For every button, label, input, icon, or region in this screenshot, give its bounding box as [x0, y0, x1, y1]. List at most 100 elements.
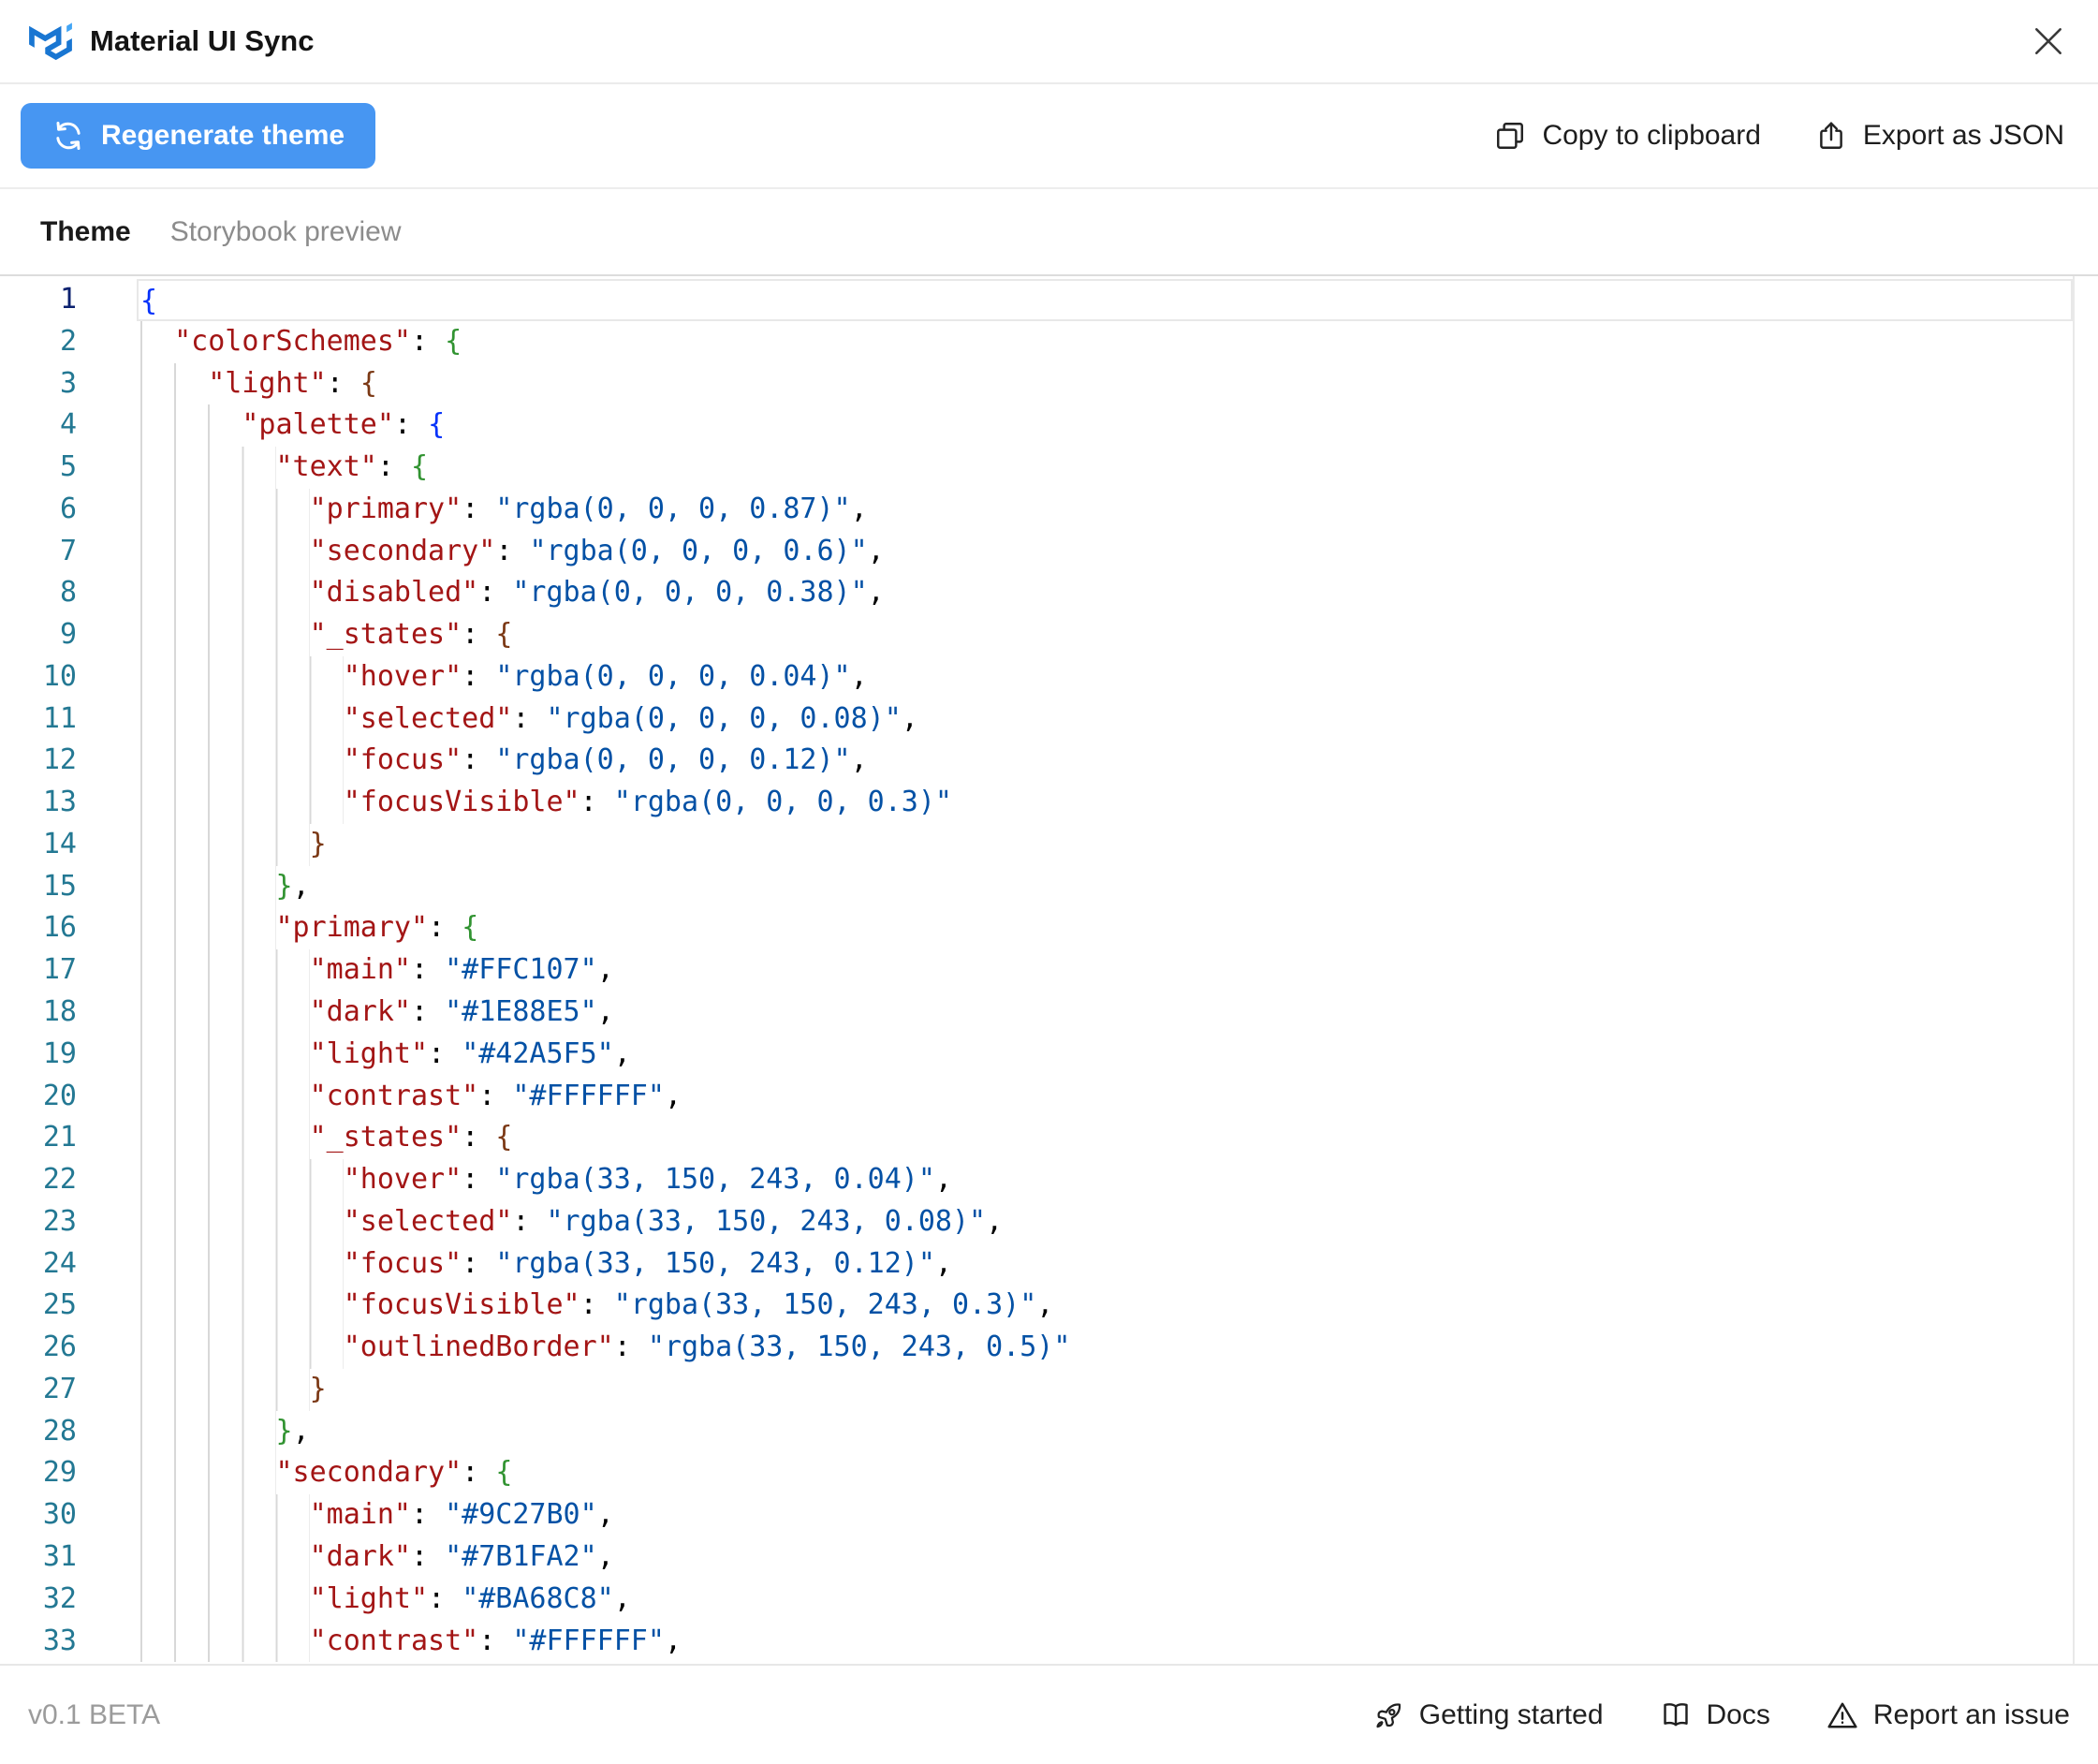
indent-guides [140, 1034, 310, 1076]
docs-link[interactable]: Docs [1660, 1699, 1770, 1731]
code-line[interactable]: 18"dark": "#1E88E5", [0, 992, 2098, 1034]
indent-guides [140, 447, 276, 489]
close-button[interactable] [2027, 20, 2070, 63]
code-line[interactable]: 30"main": "#9C27B0", [0, 1494, 2098, 1536]
indent-guides [140, 1076, 310, 1118]
line-number: 23 [0, 1201, 137, 1243]
code-line[interactable]: 33"contrast": "#FFFFFF", [0, 1621, 2098, 1663]
indent-guides [140, 1369, 310, 1411]
code-line[interactable]: 10"hover": "rgba(0, 0, 0, 0.04)", [0, 656, 2098, 698]
code-line[interactable]: 32"light": "#BA68C8", [0, 1579, 2098, 1621]
tab-theme[interactable]: Theme [40, 216, 131, 248]
editor-scrollbar-track[interactable] [2073, 276, 2075, 1664]
copy-to-clipboard-button[interactable]: Copy to clipboard [1494, 120, 1760, 152]
code-line[interactable]: 29"secondary": { [0, 1452, 2098, 1494]
export-as-json-button[interactable]: Export as JSON [1815, 120, 2064, 152]
line-number: 29 [0, 1452, 137, 1494]
code-line[interactable]: 25"focusVisible": "rgba(33, 150, 243, 0.… [0, 1285, 2098, 1327]
rocket-icon [1372, 1699, 1404, 1731]
code-line-content: { [137, 279, 2073, 321]
code-line-content: "light": "#42A5F5", [137, 1034, 2073, 1076]
indent-guides [140, 1621, 310, 1663]
export-icon [1815, 120, 1847, 152]
code-line[interactable]: 11"selected": "rgba(0, 0, 0, 0.08)", [0, 698, 2098, 741]
code-line-content: "outlinedBorder": "rgba(33, 150, 243, 0.… [137, 1327, 2073, 1369]
code-line[interactable]: 28}, [0, 1411, 2098, 1453]
code-line-content: "focusVisible": "rgba(0, 0, 0, 0.3)" [137, 782, 2073, 824]
code-line[interactable]: 21"_states": { [0, 1117, 2098, 1159]
line-number: 17 [0, 949, 137, 992]
indent-guides [140, 1327, 344, 1369]
indent-guides [140, 992, 310, 1034]
line-number: 25 [0, 1285, 137, 1327]
code-line[interactable]: 16"primary": { [0, 907, 2098, 949]
indent-guides [140, 907, 276, 949]
code-line[interactable]: 23"selected": "rgba(33, 150, 243, 0.08)"… [0, 1201, 2098, 1243]
line-number: 30 [0, 1494, 137, 1536]
code-line[interactable]: 17"main": "#FFC107", [0, 949, 2098, 992]
line-number: 31 [0, 1536, 137, 1579]
export-as-json-label: Export as JSON [1863, 120, 2064, 152]
code-line[interactable]: 2"colorSchemes": { [0, 321, 2098, 363]
indent-guides [140, 1494, 310, 1536]
code-line[interactable]: 20"contrast": "#FFFFFF", [0, 1076, 2098, 1118]
line-number: 33 [0, 1621, 137, 1663]
indent-guides [140, 363, 208, 405]
line-number: 6 [0, 489, 137, 531]
line-number: 10 [0, 656, 137, 698]
getting-started-label: Getting started [1419, 1699, 1604, 1731]
regenerate-theme-button[interactable]: Regenerate theme [21, 103, 375, 169]
code-line[interactable]: 31"dark": "#7B1FA2", [0, 1536, 2098, 1579]
code-line-content: "_states": { [137, 1117, 2073, 1159]
theme-json-editor[interactable]: 1{2"colorSchemes": {3"light": {4"palette… [0, 274, 2098, 1664]
code-line[interactable]: 15}, [0, 866, 2098, 908]
line-number: 15 [0, 866, 137, 908]
code-line-content: "contrast": "#FFFFFF", [137, 1621, 2073, 1663]
code-line[interactable]: 5"text": { [0, 447, 2098, 489]
indent-guides [140, 1285, 344, 1327]
indent-guides [140, 1411, 276, 1453]
code-line-content: "selected": "rgba(33, 150, 243, 0.08)", [137, 1201, 2073, 1243]
line-number: 14 [0, 824, 137, 866]
code-line[interactable]: 6"primary": "rgba(0, 0, 0, 0.87)", [0, 489, 2098, 531]
code-line-content: "hover": "rgba(0, 0, 0, 0.04)", [137, 656, 2073, 698]
indent-guides [140, 1243, 344, 1286]
indent-guides [140, 1117, 310, 1159]
line-number: 27 [0, 1369, 137, 1411]
code-line[interactable]: 4"palette": { [0, 404, 2098, 447]
docs-label: Docs [1707, 1699, 1770, 1731]
indent-guides [140, 698, 344, 741]
code-line[interactable]: 26"outlinedBorder": "rgba(33, 150, 243, … [0, 1327, 2098, 1369]
code-line-content: "contrast": "#FFFFFF", [137, 1076, 2073, 1118]
indent-guides [140, 824, 310, 866]
code-line[interactable]: 13"focusVisible": "rgba(0, 0, 0, 0.3)" [0, 782, 2098, 824]
version-badge: v0.1 BETA [28, 1699, 160, 1731]
line-number: 9 [0, 614, 137, 656]
code-line-content: "secondary": "rgba(0, 0, 0, 0.6)", [137, 531, 2073, 573]
code-line[interactable]: 9"_states": { [0, 614, 2098, 656]
mui-logo [28, 22, 73, 61]
code-line[interactable]: 8"disabled": "rgba(0, 0, 0, 0.38)", [0, 572, 2098, 614]
code-line[interactable]: 27} [0, 1369, 2098, 1411]
code-line[interactable]: 19"light": "#42A5F5", [0, 1034, 2098, 1076]
code-line[interactable]: 3"light": { [0, 363, 2098, 405]
code-line-content: "focus": "rgba(33, 150, 243, 0.12)", [137, 1243, 2073, 1286]
code-line[interactable]: 7"secondary": "rgba(0, 0, 0, 0.6)", [0, 531, 2098, 573]
code-line-content: "focusVisible": "rgba(33, 150, 243, 0.3)… [137, 1285, 2073, 1327]
getting-started-link[interactable]: Getting started [1372, 1699, 1604, 1731]
code-line[interactable]: 24"focus": "rgba(33, 150, 243, 0.12)", [0, 1243, 2098, 1286]
code-line[interactable]: 12"focus": "rgba(0, 0, 0, 0.12)", [0, 740, 2098, 782]
tab-storybook-preview[interactable]: Storybook preview [170, 216, 402, 248]
plugin-header: Material UI Sync [0, 0, 2098, 84]
docs-icon [1660, 1699, 1692, 1731]
code-line-content: "light": "#BA68C8", [137, 1579, 2073, 1621]
code-line[interactable]: 22"hover": "rgba(33, 150, 243, 0.04)", [0, 1159, 2098, 1201]
report-an-issue-link[interactable]: Report an issue [1827, 1699, 2070, 1731]
code-line[interactable]: 14} [0, 824, 2098, 866]
code-line-content: } [137, 824, 2073, 866]
code-line-content: "disabled": "rgba(0, 0, 0, 0.38)", [137, 572, 2073, 614]
plugin-footer: v0.1 BETA Getting started Docs [0, 1664, 2098, 1764]
code-line-content: }, [137, 1411, 2073, 1453]
code-line[interactable]: 1{ [0, 279, 2098, 321]
code-line-content: "dark": "#7B1FA2", [137, 1536, 2073, 1579]
